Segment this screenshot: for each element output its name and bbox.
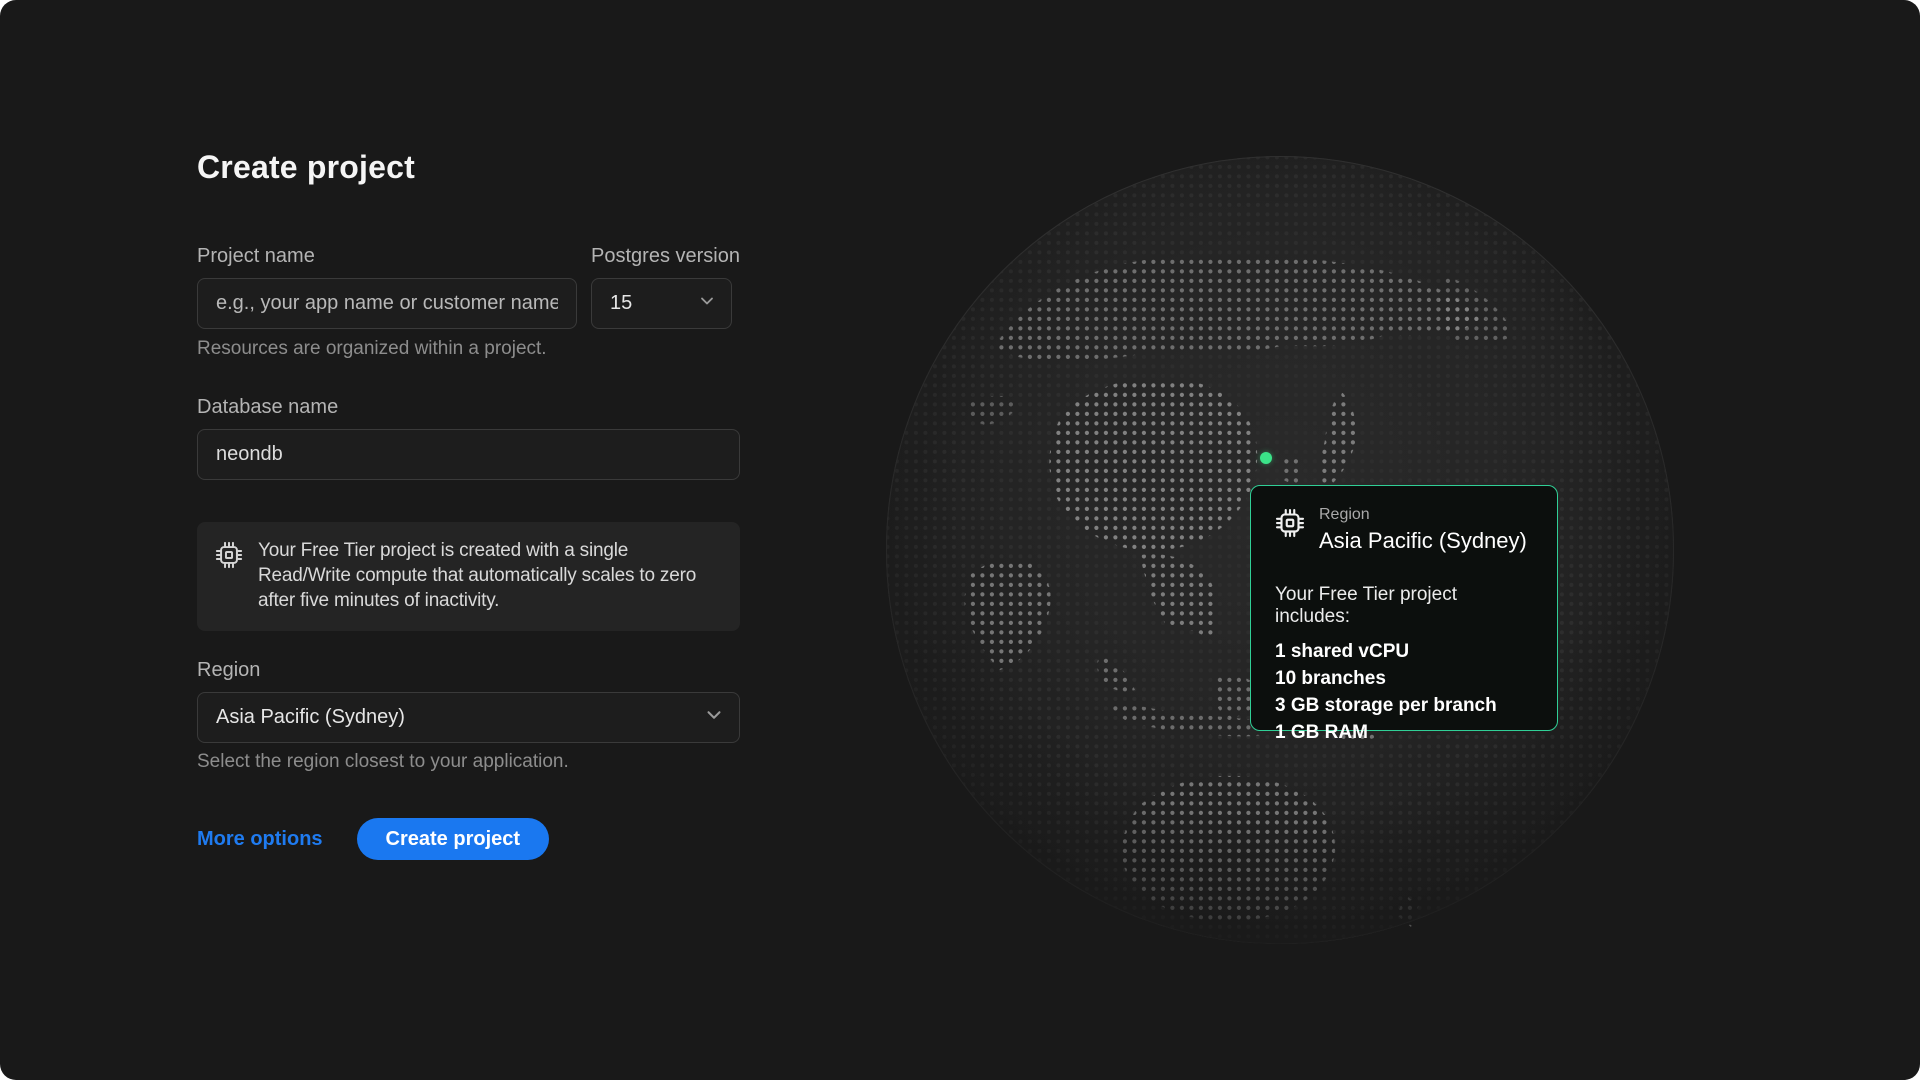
card-includes-list: 1 shared vCPU 10 branches 3 GB storage p… xyxy=(1275,638,1533,746)
project-name-label: Project name xyxy=(197,244,577,268)
include-item-branches: 10 branches xyxy=(1275,665,1533,692)
postgres-version-label: Postgres version xyxy=(591,244,740,268)
chevron-down-icon xyxy=(697,291,717,317)
database-name-input[interactable] xyxy=(197,429,740,480)
project-name-helper: Resources are organized within a project… xyxy=(197,338,740,360)
include-item-vcpu: 1 shared vCPU xyxy=(1275,638,1533,665)
region-label: Region xyxy=(197,658,740,682)
free-tier-note: Your Free Tier project is created with a… xyxy=(258,538,722,613)
card-region-value: Asia Pacific (Sydney) xyxy=(1319,528,1527,554)
cpu-chip-icon xyxy=(215,541,243,574)
project-name-input[interactable] xyxy=(197,278,577,329)
postgres-version-value: 15 xyxy=(610,292,632,315)
include-item-ram: 1 GB RAM xyxy=(1275,719,1533,746)
chevron-down-icon xyxy=(703,704,725,732)
region-value: Asia Pacific (Sydney) xyxy=(216,706,405,729)
card-includes-title: Your Free Tier project includes: xyxy=(1275,584,1533,628)
region-helper: Select the region closest to your applic… xyxy=(197,751,740,773)
postgres-version-select[interactable]: 15 xyxy=(591,278,732,329)
create-project-screen: Region Asia Pacific (Sydney) Your Free T… xyxy=(0,0,1920,1080)
free-tier-info-box: Your Free Tier project is created with a… xyxy=(197,522,740,631)
include-item-storage: 3 GB storage per branch xyxy=(1275,692,1533,719)
database-name-label: Database name xyxy=(197,395,740,419)
card-region-label: Region xyxy=(1319,506,1527,524)
more-options-button[interactable]: More options xyxy=(197,828,323,851)
cpu-chip-icon xyxy=(1275,508,1305,543)
region-marker-dot xyxy=(1260,452,1272,464)
region-select[interactable]: Asia Pacific (Sydney) xyxy=(197,692,740,743)
page-title: Create project xyxy=(197,148,740,186)
create-project-form: Create project Project name Postgres ver… xyxy=(197,148,740,860)
create-project-button[interactable]: Create project xyxy=(357,818,550,860)
region-info-card: Region Asia Pacific (Sydney) Your Free T… xyxy=(1250,485,1558,731)
